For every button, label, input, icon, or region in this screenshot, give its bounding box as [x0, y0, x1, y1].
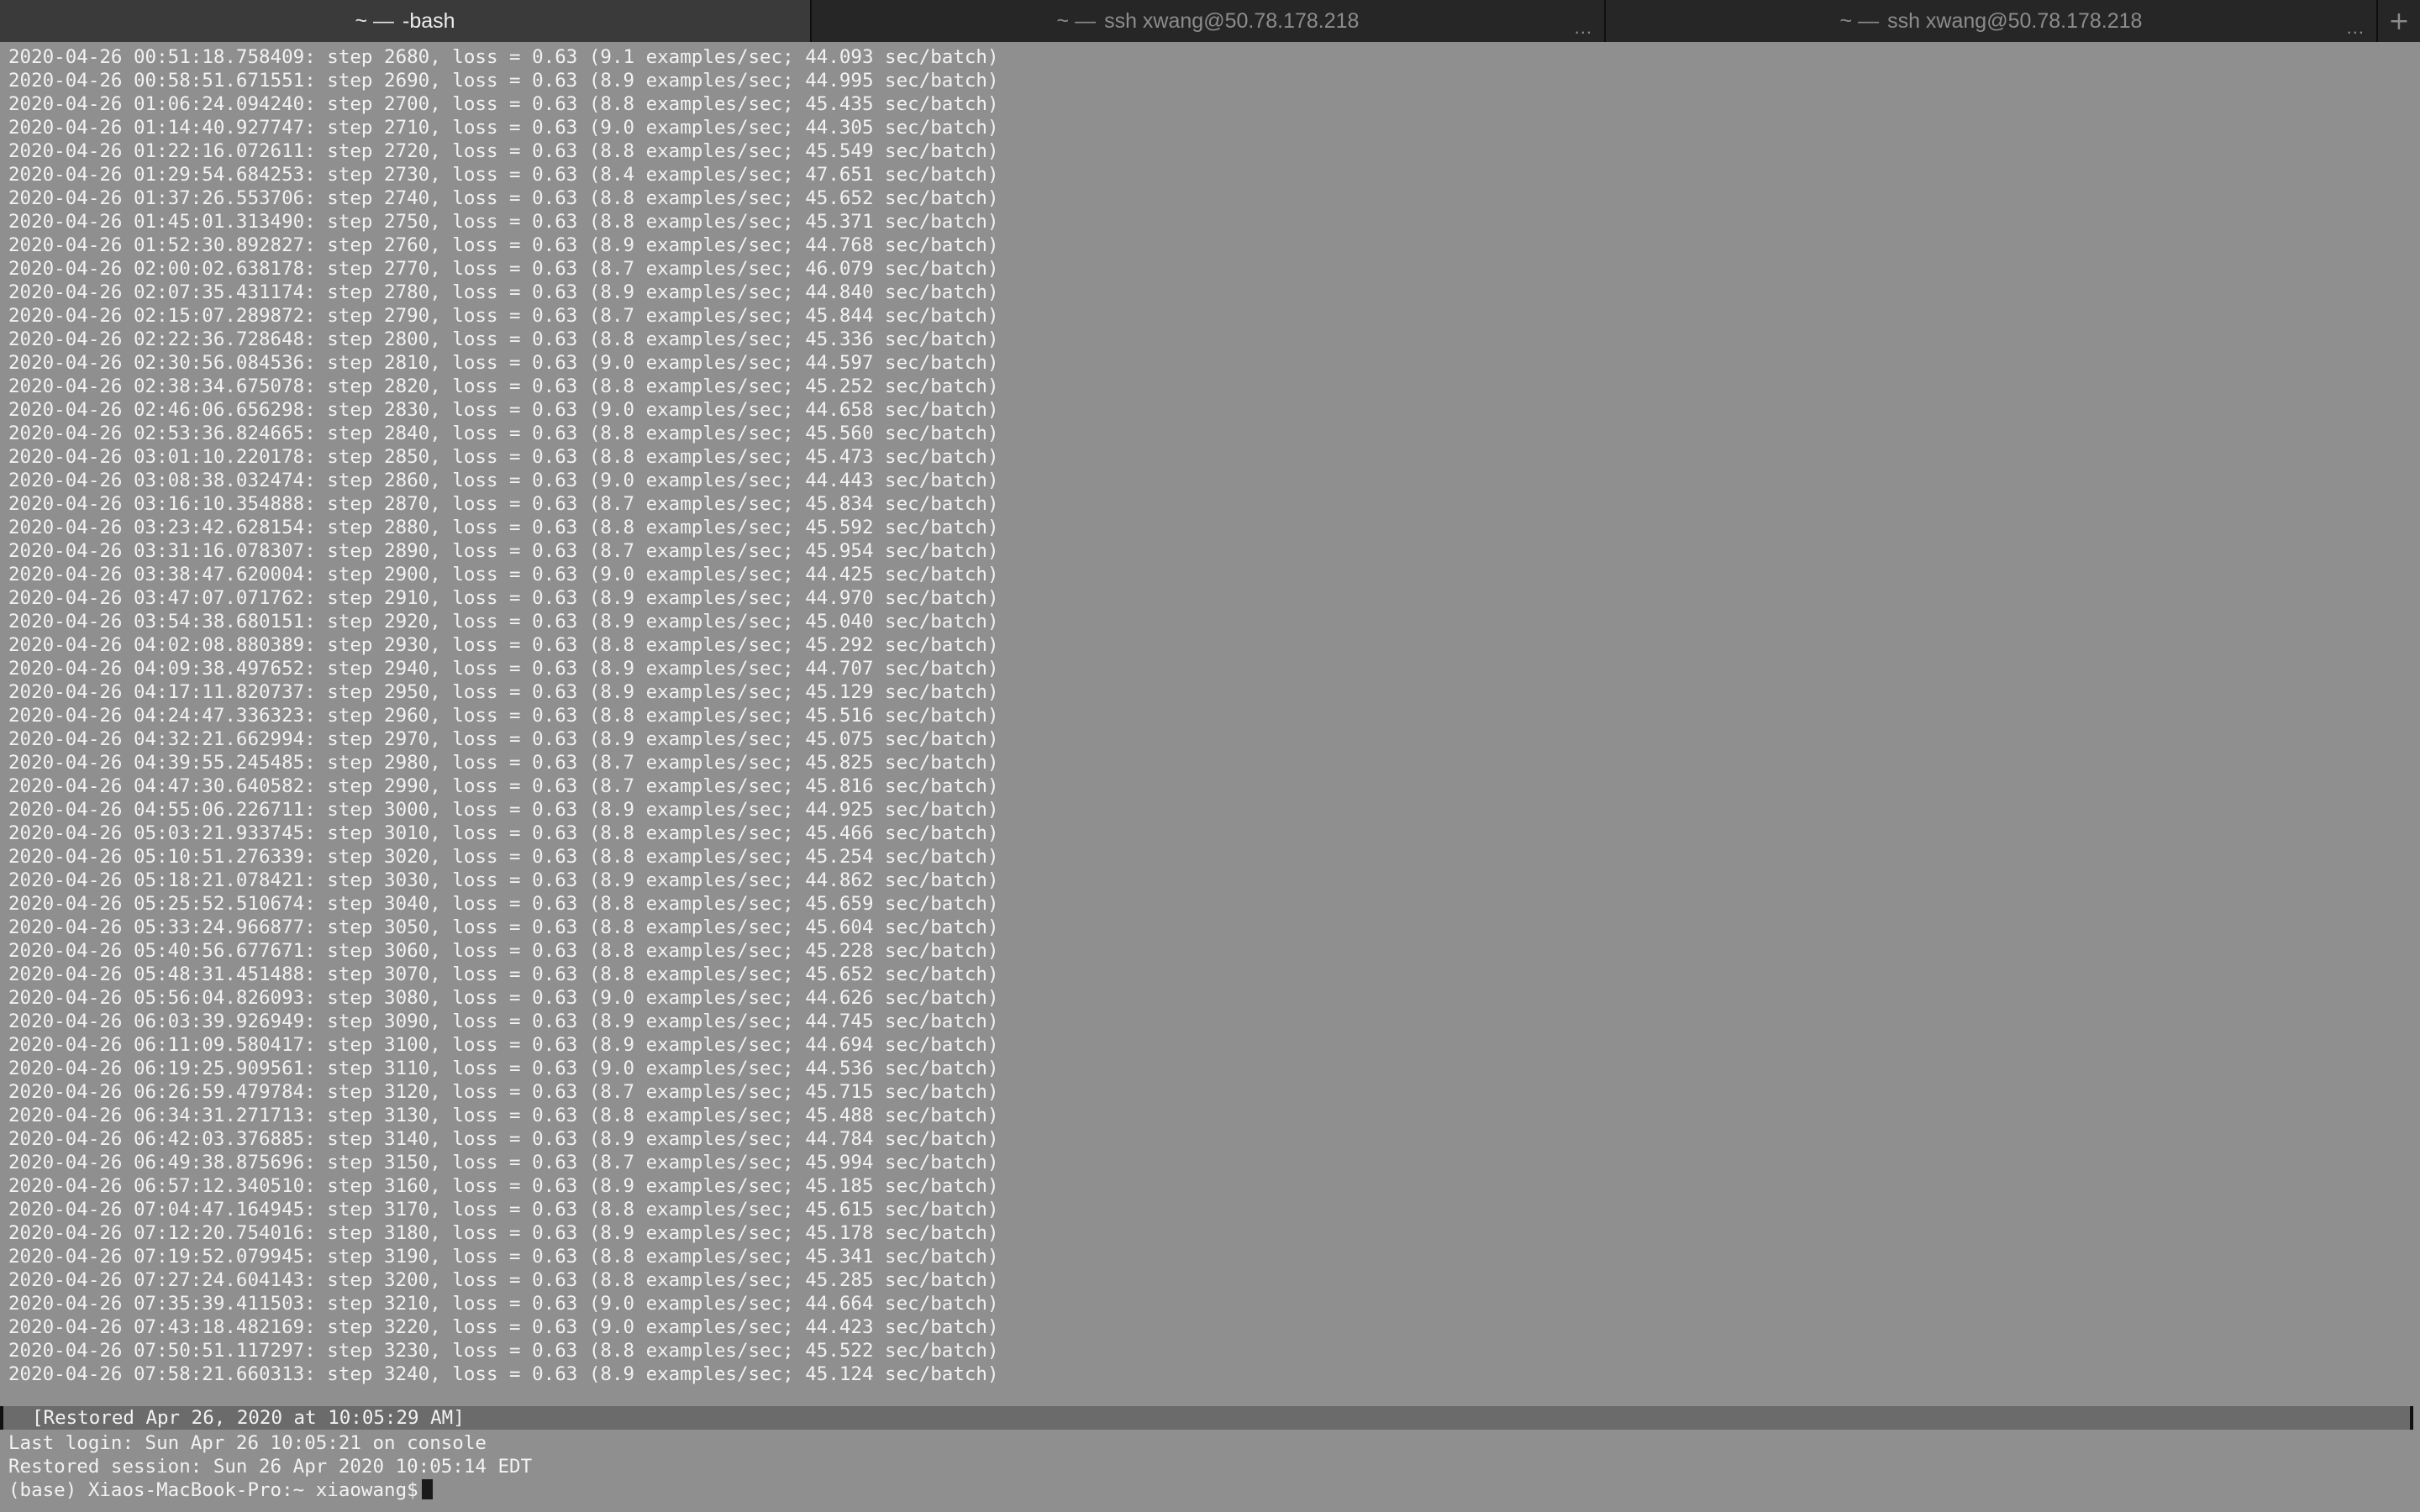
- log-line: 2020-04-26 07:19:52.079945: step 3190, l…: [8, 1246, 999, 1268]
- tab-prefix: ~ —: [355, 8, 394, 33]
- log-line: 2020-04-26 06:19:25.909561: step 3110, l…: [8, 1058, 999, 1079]
- log-line: 2020-04-26 04:17:11.820737: step 2950, l…: [8, 681, 999, 703]
- log-line: 2020-04-26 02:46:06.656298: step 2830, l…: [8, 399, 999, 421]
- log-line: 2020-04-26 03:16:10.354888: step 2870, l…: [8, 493, 999, 515]
- log-line: 2020-04-26 06:26:59.479784: step 3120, l…: [8, 1081, 999, 1103]
- tab-title: -bash: [402, 8, 455, 33]
- log-line: 2020-04-26 05:25:52.510674: step 3040, l…: [8, 893, 999, 915]
- log-line: 2020-04-26 01:06:24.094240: step 2700, l…: [8, 93, 999, 115]
- log-line: 2020-04-26 07:58:21.660313: step 3240, l…: [8, 1363, 999, 1385]
- log-line: 2020-04-26 02:38:34.675078: step 2820, l…: [8, 375, 999, 397]
- tab-ssh-2[interactable]: ~ — ssh xwang@50.78.178.218 ...: [1606, 0, 2378, 42]
- log-line: 2020-04-26 02:15:07.289872: step 2790, l…: [8, 305, 999, 327]
- tab-more-icon[interactable]: ...: [1575, 17, 1592, 39]
- log-line: 2020-04-26 02:00:02.638178: step 2770, l…: [8, 258, 999, 280]
- log-line: 2020-04-26 03:47:07.071762: step 2910, l…: [8, 587, 999, 609]
- log-line: 2020-04-26 02:30:56.084536: step 2810, l…: [8, 352, 999, 374]
- log-output: 2020-04-26 00:51:18.758409: step 2680, l…: [8, 45, 999, 1386]
- log-line: 2020-04-26 06:03:39.926949: step 3090, l…: [8, 1011, 999, 1032]
- log-line: 2020-04-26 07:12:20.754016: step 3180, l…: [8, 1222, 999, 1244]
- log-line: 2020-04-26 04:55:06.226711: step 3000, l…: [8, 799, 999, 821]
- tab-bash[interactable]: ~ — -bash: [0, 0, 812, 42]
- log-line: 2020-04-26 06:42:03.376885: step 3140, l…: [8, 1128, 999, 1150]
- log-line: 2020-04-26 07:35:39.411503: step 3210, l…: [8, 1293, 999, 1315]
- log-line: 2020-04-26 06:49:38.875696: step 3150, l…: [8, 1152, 999, 1173]
- log-line: 2020-04-26 04:09:38.497652: step 2940, l…: [8, 658, 999, 680]
- log-line: 2020-04-26 03:23:42.628154: step 2880, l…: [8, 517, 999, 538]
- log-line: 2020-04-26 06:11:09.580417: step 3100, l…: [8, 1034, 999, 1056]
- log-line: 2020-04-26 05:40:56.677671: step 3060, l…: [8, 940, 999, 962]
- log-line: 2020-04-26 05:18:21.078421: step 3030, l…: [8, 869, 999, 891]
- tab-ssh-1[interactable]: ~ — ssh xwang@50.78.178.218 ...: [812, 0, 1606, 42]
- log-line: 2020-04-26 07:04:47.164945: step 3170, l…: [8, 1199, 999, 1221]
- tab-prefix: ~ —: [1839, 8, 1880, 33]
- log-line: 2020-04-26 01:14:40.927747: step 2710, l…: [8, 117, 999, 139]
- restored-session-line: Restored session: Sun 26 Apr 2020 10:05:…: [8, 1456, 533, 1478]
- log-line: 2020-04-26 01:22:16.072611: step 2720, l…: [8, 140, 999, 162]
- log-line: 2020-04-26 01:37:26.553706: step 2740, l…: [8, 187, 999, 209]
- log-line: 2020-04-26 03:54:38.680151: step 2920, l…: [8, 611, 999, 633]
- log-line: 2020-04-26 03:08:38.032474: step 2860, l…: [8, 470, 999, 491]
- log-line: 2020-04-26 03:38:47.620004: step 2900, l…: [8, 564, 999, 585]
- log-line: 2020-04-26 06:57:12.340510: step 3160, l…: [8, 1175, 999, 1197]
- restored-banner: [Restored Apr 26, 2020 at 10:05:29 AM]: [0, 1406, 2413, 1430]
- log-line: 2020-04-26 04:24:47.336323: step 2960, l…: [8, 705, 999, 727]
- log-line: 2020-04-26 00:51:18.758409: step 2680, l…: [8, 46, 999, 68]
- log-line: 2020-04-26 07:27:24.604143: step 3200, l…: [8, 1269, 999, 1291]
- log-line: 2020-04-26 05:48:31.451488: step 3070, l…: [8, 963, 999, 985]
- log-line: 2020-04-26 01:45:01.313490: step 2750, l…: [8, 211, 999, 233]
- log-line: 2020-04-26 07:50:51.117297: step 3230, l…: [8, 1340, 999, 1362]
- shell-prompt: (base) Xiaos-MacBook-Pro:~ xiaowang$: [8, 1479, 418, 1501]
- log-line: 2020-04-26 02:22:36.728648: step 2800, l…: [8, 328, 999, 350]
- tab-bar: ~ — -bash ~ — ssh xwang@50.78.178.218 ..…: [0, 0, 2420, 42]
- log-line: 2020-04-26 05:10:51.276339: step 3020, l…: [8, 846, 999, 868]
- text-cursor: [421, 1479, 433, 1499]
- last-login-line: Last login: Sun Apr 26 10:05:21 on conso…: [8, 1432, 487, 1454]
- tab-more-icon[interactable]: ...: [2347, 17, 2365, 39]
- log-line: 2020-04-26 01:52:30.892827: step 2760, l…: [8, 234, 999, 256]
- log-line: 2020-04-26 04:32:21.662994: step 2970, l…: [8, 728, 999, 750]
- log-line: 2020-04-26 06:34:31.271713: step 3130, l…: [8, 1105, 999, 1126]
- log-line: 2020-04-26 01:29:54.684253: step 2730, l…: [8, 164, 999, 186]
- session-info: Last login: Sun Apr 26 10:05:21 on conso…: [8, 1431, 532, 1502]
- log-line: 2020-04-26 05:56:04.826093: step 3080, l…: [8, 987, 999, 1009]
- log-line: 2020-04-26 03:31:16.078307: step 2890, l…: [8, 540, 999, 562]
- prompt-line[interactable]: (base) Xiaos-MacBook-Pro:~ xiaowang$: [8, 1478, 532, 1502]
- log-line: 2020-04-26 04:47:30.640582: step 2990, l…: [8, 775, 999, 797]
- tab-prefix: ~ —: [1056, 8, 1097, 33]
- new-tab-plus-icon[interactable]: +: [2378, 0, 2420, 42]
- log-line: 2020-04-26 04:02:08.880389: step 2930, l…: [8, 634, 999, 656]
- log-line: 2020-04-26 05:33:24.966877: step 3050, l…: [8, 916, 999, 938]
- log-line: 2020-04-26 02:53:36.824665: step 2840, l…: [8, 423, 999, 444]
- log-line: 2020-04-26 05:03:21.933745: step 3010, l…: [8, 822, 999, 844]
- tab-title: ssh xwang@50.78.178.218: [1887, 8, 2143, 33]
- log-line: 2020-04-26 07:43:18.482169: step 3220, l…: [8, 1316, 999, 1338]
- log-line: 2020-04-26 03:01:10.220178: step 2850, l…: [8, 446, 999, 468]
- log-line: 2020-04-26 00:58:51.671551: step 2690, l…: [8, 70, 999, 92]
- terminal-output[interactable]: 2020-04-26 00:51:18.758409: step 2680, l…: [0, 42, 2420, 1512]
- log-line: 2020-04-26 04:39:55.245485: step 2980, l…: [8, 752, 999, 774]
- tab-title: ssh xwang@50.78.178.218: [1104, 8, 1360, 33]
- log-line: 2020-04-26 02:07:35.431174: step 2780, l…: [8, 281, 999, 303]
